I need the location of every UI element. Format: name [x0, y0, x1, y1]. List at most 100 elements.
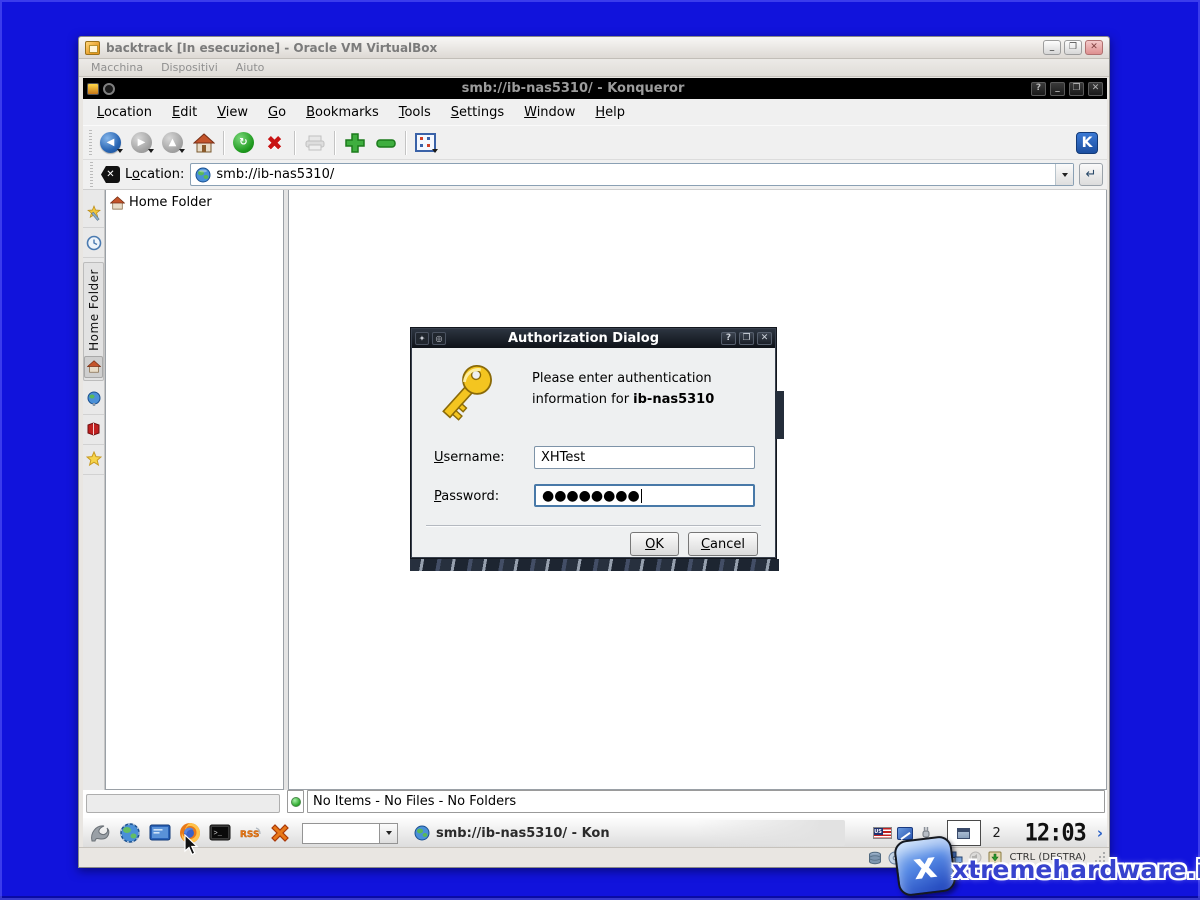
dialog-close-button[interactable]: ✕ — [757, 332, 772, 345]
vm-display: smb://ib-nas5310/ - Konqueror ? _ ❐ ✕ Lo… — [83, 78, 1107, 848]
menu-help[interactable]: Help — [585, 101, 635, 124]
kwin-pin-icon[interactable] — [103, 83, 115, 95]
harddisk-icon[interactable] — [868, 851, 883, 865]
virtualbox-app-icon — [85, 41, 100, 55]
zoom-in-button[interactable] — [339, 128, 370, 157]
kwin-app-icon — [87, 83, 99, 95]
back-button[interactable]: ◀ — [95, 128, 126, 157]
location-dropdown-button[interactable] — [1055, 164, 1073, 185]
desktop-background: backtrack [In esecuzione] - Oracle VM Vi… — [0, 0, 1200, 900]
kwin-maximize-button[interactable]: ❐ — [1069, 82, 1084, 96]
vbox-close-button[interactable]: ✕ — [1085, 40, 1103, 55]
reload-button[interactable]: ↻ — [228, 128, 259, 157]
wand-icon — [86, 205, 102, 221]
text-caret — [641, 489, 643, 503]
konqueror-window-title: smb://ib-nas5310/ - Konqueror — [119, 81, 1027, 96]
kwin-help-button[interactable]: ? — [1031, 82, 1046, 96]
launcher-rss[interactable]: RSS — [236, 820, 263, 847]
location-label: Location: — [125, 167, 184, 182]
menu-settings[interactable]: Settings — [441, 101, 514, 124]
dialog-maximize-button[interactable]: ❐ — [739, 332, 754, 345]
tree-item-label: Home Folder — [129, 195, 212, 210]
combo-dropdown-button[interactable] — [379, 824, 397, 843]
sidebar-tree-panel: Home Folder — [105, 190, 284, 790]
kwin-close-button[interactable]: ✕ — [1088, 82, 1103, 96]
reload-icon: ↻ — [233, 132, 254, 153]
launcher-konsole[interactable]: >_ — [206, 820, 233, 847]
menu-bookmarks[interactable]: Bookmarks — [296, 101, 389, 124]
menu-window[interactable]: Window — [514, 101, 585, 124]
toolbar-separator — [223, 131, 224, 155]
go-button[interactable]: ↵ — [1079, 163, 1103, 186]
menu-view[interactable]: View — [207, 101, 258, 124]
menu-location[interactable]: Location — [87, 101, 162, 124]
taskbar-entry-konqueror[interactable]: smb://ib-nas5310/ - Kon — [407, 820, 845, 846]
sidebar-root-button[interactable] — [83, 415, 104, 445]
stop-button[interactable]: ✖ — [259, 128, 290, 157]
konqueror-statusbar: No Items - No Files - No Folders — [287, 790, 1105, 813]
kde-globe-icon — [119, 822, 141, 844]
launcher-desktop-share[interactable] — [146, 820, 173, 847]
view-mode-button[interactable] — [410, 128, 441, 157]
forward-button[interactable]: ▶ — [126, 128, 157, 157]
location-input[interactable]: smb://ib-nas5310/ — [190, 163, 1074, 186]
sidebar-bookmarks-button[interactable] — [83, 445, 104, 475]
password-masked-value: ●●●●●●●● — [542, 488, 640, 504]
vbox-menubar: Macchina Dispositivi Aiuto — [79, 59, 1109, 77]
panel-combobox[interactable] — [302, 823, 398, 844]
locbar-drag-handle[interactable] — [90, 162, 93, 188]
authorization-dialog: ✦ ◎ Authorization Dialog ? ❐ ✕ — [411, 328, 776, 558]
username-input[interactable]: XHTest — [534, 446, 755, 469]
dialog-right-shadow — [775, 391, 784, 439]
print-button[interactable] — [299, 128, 330, 157]
status-led-cell — [287, 790, 304, 813]
up-button[interactable]: ▲ — [157, 128, 188, 157]
cancel-button[interactable]: Cancel — [688, 532, 758, 556]
kwin-minimize-button[interactable]: _ — [1050, 82, 1065, 96]
toolbar-separator — [294, 131, 295, 155]
history-clock-icon — [86, 235, 102, 251]
ok-button[interactable]: OK — [630, 532, 679, 556]
kde-throbber-icon: K — [1076, 132, 1098, 154]
vbox-minimize-button[interactable]: _ — [1043, 40, 1061, 55]
vbox-menu-dispositivi[interactable]: Dispositivi — [161, 61, 218, 74]
sidebar-tab-label: Home Folder — [87, 269, 101, 351]
watermark-text: xtremehardware.it — [952, 855, 1200, 884]
konqueror-titlebar[interactable]: smb://ib-nas5310/ - Konqueror ? _ ❐ ✕ — [83, 78, 1107, 99]
dialog-help-button[interactable]: ? — [721, 332, 736, 345]
home-button[interactable] — [188, 128, 219, 157]
vbox-menu-aiuto[interactable]: Aiuto — [236, 61, 265, 74]
menu-tools[interactable]: Tools — [389, 101, 441, 124]
menu-edit[interactable]: Edit — [162, 101, 207, 124]
toolbar-drag-handle[interactable] — [89, 130, 92, 156]
sidebar-tab-home-folder[interactable]: Home Folder — [83, 262, 104, 381]
dialog-titlebar[interactable]: ✦ ◎ Authorization Dialog ? ❐ ✕ — [412, 329, 775, 348]
home-icon — [193, 133, 215, 153]
tree-item-home-folder[interactable]: Home Folder — [110, 195, 279, 210]
status-led-icon — [291, 797, 301, 807]
username-label: Username: — [434, 450, 505, 465]
network-globe-icon — [86, 391, 102, 407]
globe-icon — [195, 167, 211, 183]
red-book-icon — [86, 422, 101, 436]
sidebar-status-box — [86, 794, 280, 813]
toolbar-separator — [334, 131, 335, 155]
vbox-menu-macchina[interactable]: Macchina — [91, 61, 143, 74]
clear-location-icon[interactable]: ✕ — [101, 166, 120, 183]
launcher-close-x[interactable] — [266, 820, 293, 847]
zoom-out-button[interactable] — [370, 128, 401, 157]
vbox-window-title: backtrack [In esecuzione] - Oracle VM Vi… — [106, 41, 1040, 55]
dialog-shadow-band — [410, 559, 779, 571]
launcher-kde-globe[interactable] — [116, 820, 143, 847]
vbox-titlebar[interactable]: backtrack [In esecuzione] - Oracle VM Vi… — [79, 37, 1109, 59]
kmenu-button[interactable] — [86, 820, 113, 847]
password-input[interactable]: ●●●●●●●● — [534, 484, 755, 507]
dialog-pin-icon[interactable]: ◎ — [432, 332, 446, 345]
vbox-maximize-button[interactable]: ❐ — [1064, 40, 1082, 55]
sidebar-bookmark-wand-button[interactable] — [83, 198, 104, 228]
dialog-app-icon: ✦ — [415, 332, 429, 345]
sidebar-network-button[interactable] — [83, 385, 104, 415]
rss-icon: RSS — [238, 824, 262, 842]
menu-go[interactable]: Go — [258, 101, 296, 124]
sidebar-history-button[interactable] — [83, 228, 104, 258]
